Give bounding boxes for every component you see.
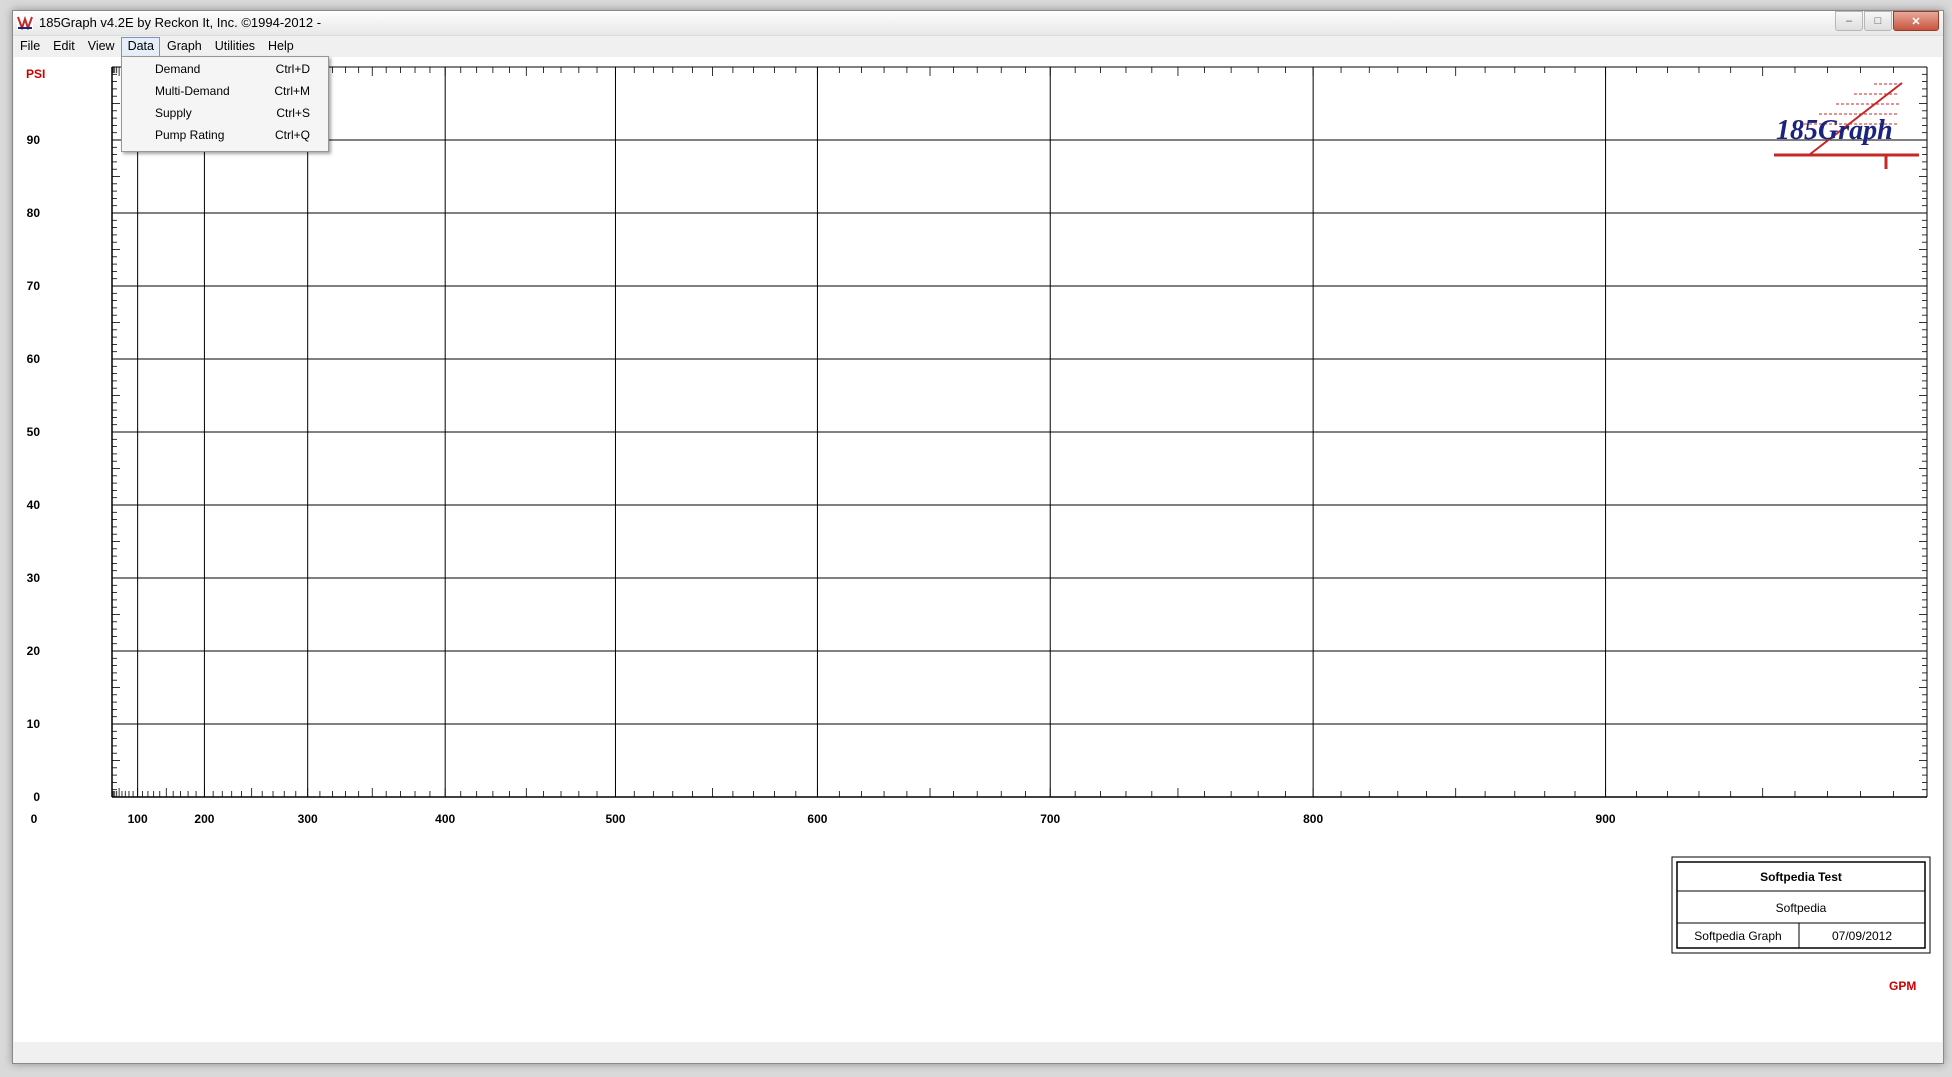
axis-labels: 90807060504030201000 100 200 300 400 500 600 70… (27, 133, 1616, 826)
menu-item-label: Pump Rating (155, 128, 225, 142)
y-tick-label: 90 (27, 133, 41, 147)
window-title: 185Graph v4.2E by Reckon It, Inc. ©1994-… (39, 15, 322, 30)
title-block: Softpedia Test Softpedia Softpedia Graph… (1671, 856, 1931, 954)
menu-edit[interactable]: Edit (46, 37, 81, 56)
menu-item-label: Supply (155, 106, 192, 120)
menu-item-label: Multi-Demand (155, 84, 230, 98)
x-tick-label: 600 (807, 812, 827, 826)
maximize-button[interactable]: □ (1864, 11, 1892, 31)
menu-utilities[interactable]: Utilities (208, 37, 261, 56)
x-tick-label: 700 (1040, 812, 1060, 826)
x-tick-label: 300 (298, 812, 318, 826)
y-tick-label: 80 (27, 206, 41, 220)
x-tick-label: 800 (1303, 812, 1323, 826)
x-tick-label: 500 (605, 812, 625, 826)
menu-item-shortcut: Ctrl+S (276, 106, 310, 120)
data-menu-dropdown: Demand Ctrl+D Multi-Demand Ctrl+M Supply… (121, 56, 329, 152)
y-tick-label: 70 (27, 279, 41, 293)
menu-item-demand[interactable]: Demand Ctrl+D (122, 59, 328, 79)
hydraulic-graph: 90807060504030201000 100 200 300 400 500 600 70… (26, 66, 1931, 993)
grid-lines (111, 66, 1928, 798)
title-block-graph-name: Softpedia Graph (1694, 929, 1781, 943)
y-tick-label: 40 (27, 498, 41, 512)
menu-item-pump-rating[interactable]: Pump Rating Ctrl+Q (122, 125, 328, 145)
menu-item-shortcut: Ctrl+Q (274, 128, 310, 142)
menu-view[interactable]: View (81, 37, 121, 56)
menu-data[interactable]: Data (120, 37, 160, 57)
y-tick-label: 50 (27, 425, 41, 439)
y-tick-label: 20 (27, 644, 41, 658)
application-window: 185Graph v4.2E by Reckon It, Inc. ©1994-… (12, 10, 1944, 1064)
menu-item-shortcut: Ctrl+M (274, 84, 310, 98)
y-tick-label: 60 (27, 352, 41, 366)
graph-canvas[interactable]: 90 80 70 60 50 40 30 20 10 0 0 100 200 300 400 500 600 70… (14, 57, 1942, 1042)
logo-text: 185Graph (1776, 115, 1893, 146)
menu-graph[interactable]: Graph (160, 37, 208, 56)
menu-item-label: Demand (155, 62, 201, 76)
y-unit-label: PSI (26, 67, 45, 81)
x-tick-label: 400 (435, 812, 455, 826)
menu-file[interactable]: File (13, 37, 46, 56)
y-tick-label: 0 (33, 790, 40, 804)
menu-item-supply[interactable]: Supply Ctrl+S (122, 103, 328, 123)
status-strip (13, 1043, 1943, 1063)
y-tick-label: 10 (27, 717, 41, 731)
menu-help[interactable]: Help (261, 37, 300, 56)
x-tick-label: 200 (194, 812, 214, 826)
title-block-title: Softpedia Test (1760, 870, 1842, 884)
x-unit-label: GPM (1889, 979, 1916, 993)
x-tick-label: 900 (1596, 812, 1616, 826)
title-bar[interactable]: 185Graph v4.2E by Reckon It, Inc. ©1994-… (13, 11, 1943, 36)
menu-bar: File Edit View Data Graph Utilities Help (13, 36, 1943, 57)
menu-item-shortcut: Ctrl+D (275, 62, 310, 76)
app-icon (17, 14, 33, 30)
x-tick-label: 100 (128, 812, 148, 826)
title-block-subtitle: Softpedia (1776, 901, 1827, 915)
title-block-date: 07/09/2012 (1832, 929, 1892, 943)
menu-item-multi-demand[interactable]: Multi-Demand Ctrl+M (122, 81, 328, 101)
minimize-button[interactable]: – (1835, 11, 1863, 31)
y-tick-label: 30 (27, 571, 41, 585)
close-button[interactable]: ✕ (1893, 11, 1939, 31)
logo: 185Graph (1774, 82, 1919, 169)
x-tick-label: 0 (31, 812, 38, 826)
